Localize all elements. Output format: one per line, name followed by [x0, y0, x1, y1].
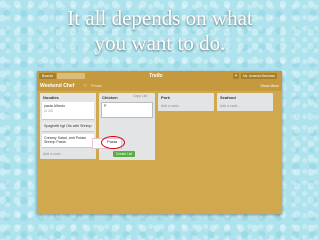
list-title[interactable]: Seafood [217, 93, 273, 102]
user-menu[interactable]: Ms. Amanda Beckman [241, 73, 277, 79]
checklist-badge: ☑ 1/3 [44, 108, 53, 113]
list-noodles: Noodles pasta Alfredo ☑ 1/3 Spaghetti bg… [40, 93, 96, 159]
board-title[interactable]: Weekend Chef [40, 82, 74, 90]
card-composer-input[interactable]: P [101, 102, 153, 118]
visibility-label[interactable]: Private [91, 83, 102, 89]
board-canvas: Noodles pasta Alfredo ☑ 1/3 Spaghetti bg… [37, 91, 282, 214]
trello-screenshot: Boards Trello + Ms. Amanda Beckman Weeke… [37, 71, 282, 214]
trello-logo[interactable]: Trello [149, 72, 163, 80]
highlight-circle [101, 136, 125, 149]
boards-button[interactable]: Boards [39, 73, 57, 79]
board-header: Weekend Chef ☆ Private Show Menu [37, 81, 282, 91]
card-title: Creamy Salad, and Potato Shrimp Pasta [44, 135, 87, 145]
list-card[interactable]: pasta Alfredo ☑ 1/3 [42, 102, 94, 120]
add-button[interactable]: + [233, 73, 239, 79]
slide-title: It all depends on what you want to do. [0, 6, 320, 56]
star-icon[interactable]: ☆ [83, 83, 87, 89]
top-bar: Boards Trello + Ms. Amanda Beckman [37, 71, 282, 81]
list-title[interactable]: Noodles [40, 93, 96, 102]
create-list-button[interactable]: Create List [113, 151, 135, 157]
add-card-link[interactable]: Add a card... [158, 102, 214, 111]
list-chicken: Chicken P Create List [99, 93, 155, 160]
list-card[interactable]: Creamy Salad, and Potato Shrimp Pasta [42, 133, 94, 148]
add-card-link[interactable]: Add a card... [217, 102, 273, 111]
show-menu-link[interactable]: Show Menu [261, 83, 279, 89]
card-title: Spaghetti bgf Ots with Shrimp [44, 124, 92, 128]
list-title[interactable]: Pork [158, 93, 214, 102]
add-card-link[interactable]: Add a card... [40, 150, 96, 159]
slide-title-line-2: you want to do. [94, 31, 226, 55]
list-pork: Pork Add a card... [158, 93, 214, 111]
slide-title-line-1: It all depends on what [67, 6, 253, 30]
list-seafood: Seafood Add a card... [217, 93, 273, 111]
copy-list-link[interactable]: Copy List [133, 94, 147, 98]
list-card[interactable]: Spaghetti bgf Ots with Shrimp [42, 122, 94, 132]
composer-text: P [104, 104, 107, 108]
search-input[interactable] [57, 73, 85, 79]
